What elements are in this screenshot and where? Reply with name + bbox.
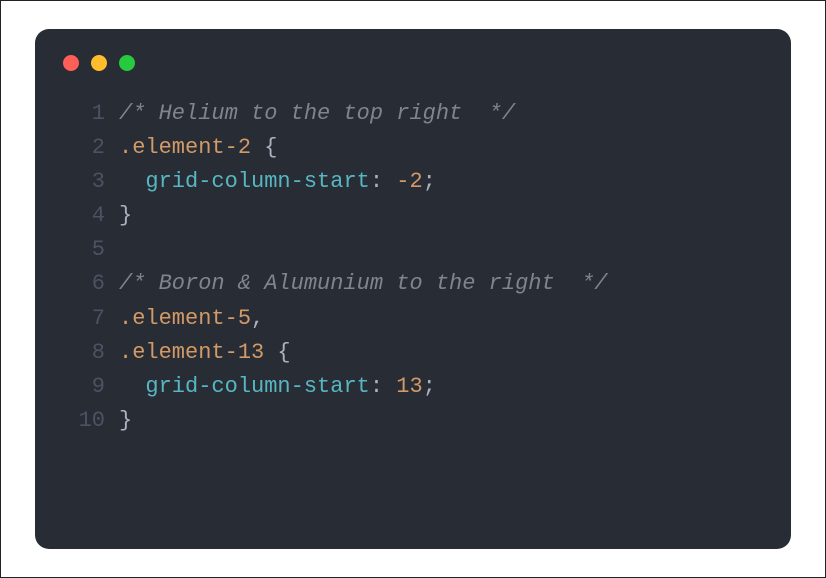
line-number: 8: [61, 336, 119, 370]
code-token: .element-2: [119, 135, 251, 160]
code-block: 1/* Helium to the top right */2.element-…: [61, 97, 765, 438]
code-token: /* Boron & Alumunium to the right */: [119, 271, 607, 296]
code-line: 8.element-13 {: [61, 336, 765, 370]
code-line: 6/* Boron & Alumunium to the right */: [61, 267, 765, 301]
code-line: 5: [61, 233, 765, 267]
code-line: 9 grid-column-start: 13;: [61, 370, 765, 404]
code-token: :: [370, 169, 396, 194]
line-number: 10: [61, 404, 119, 438]
code-token: }: [119, 408, 132, 433]
code-line: 2.element-2 {: [61, 131, 765, 165]
line-content: /* Helium to the top right */: [119, 97, 765, 131]
code-line: 1/* Helium to the top right */: [61, 97, 765, 131]
line-content: grid-column-start: -2;: [119, 165, 765, 199]
line-content: /* Boron & Alumunium to the right */: [119, 267, 765, 301]
line-number: 9: [61, 370, 119, 404]
code-token: grid-column-start: [145, 374, 369, 399]
line-content: grid-column-start: 13;: [119, 370, 765, 404]
code-token: [119, 169, 145, 194]
code-token: {: [264, 340, 290, 365]
line-content: .element-13 {: [119, 336, 765, 370]
code-line: 10}: [61, 404, 765, 438]
line-content: [119, 233, 765, 267]
code-token: :: [370, 374, 396, 399]
line-content: .element-2 {: [119, 131, 765, 165]
code-token: {: [251, 135, 277, 160]
minimize-icon[interactable]: [91, 55, 107, 71]
code-token: [119, 374, 145, 399]
code-line: 3 grid-column-start: -2;: [61, 165, 765, 199]
line-number: 6: [61, 267, 119, 301]
code-token: /* Helium to the top right */: [119, 101, 515, 126]
line-number: 7: [61, 302, 119, 336]
code-token: 13: [396, 374, 422, 399]
line-content: }: [119, 404, 765, 438]
line-number: 3: [61, 165, 119, 199]
code-window: 1/* Helium to the top right */2.element-…: [35, 29, 791, 549]
line-number: 1: [61, 97, 119, 131]
code-token: ;: [423, 169, 436, 194]
code-token: }: [119, 203, 132, 228]
zoom-icon[interactable]: [119, 55, 135, 71]
line-number: 4: [61, 199, 119, 233]
code-token: ,: [251, 306, 264, 331]
window-controls: [61, 51, 765, 97]
line-content: }: [119, 199, 765, 233]
outer-frame: 1/* Helium to the top right */2.element-…: [0, 0, 826, 578]
code-token: ;: [423, 374, 436, 399]
line-number: 5: [61, 233, 119, 267]
code-token: -2: [396, 169, 422, 194]
code-line: 4}: [61, 199, 765, 233]
code-token: grid-column-start: [145, 169, 369, 194]
line-content: .element-5,: [119, 302, 765, 336]
code-token: .element-5: [119, 306, 251, 331]
close-icon[interactable]: [63, 55, 79, 71]
code-line: 7.element-5,: [61, 302, 765, 336]
code-token: .element-13: [119, 340, 264, 365]
line-number: 2: [61, 131, 119, 165]
